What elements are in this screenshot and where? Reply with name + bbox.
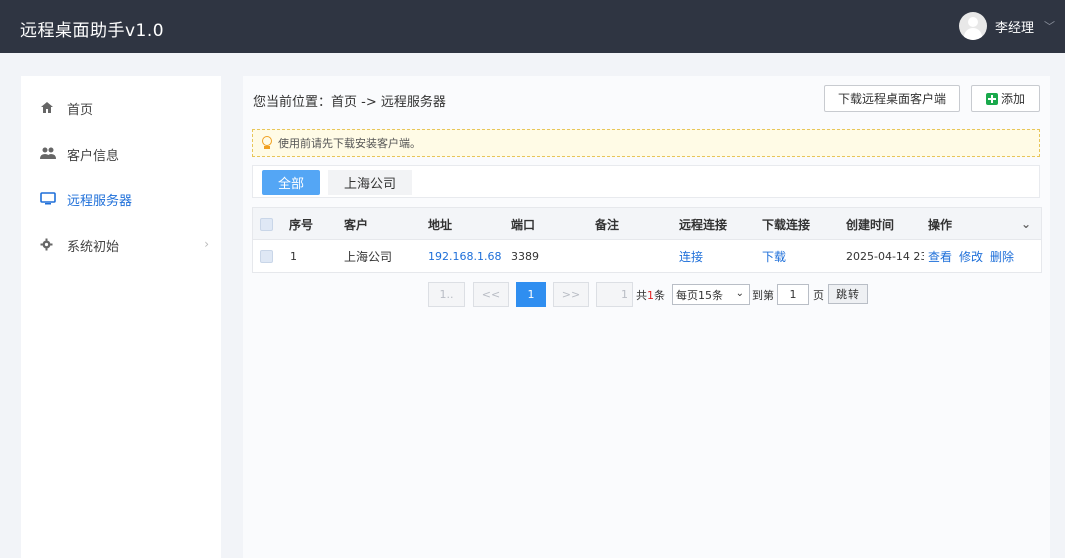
breadcrumb: 您当前位置：首页 -> 远程服务器 <box>253 95 446 110</box>
chevron-right-icon: › <box>204 237 209 251</box>
table-header: 序号 客户 地址 端口 备注 远程连接 下载连接 创建时间 操作 ⌄ <box>253 208 1041 240</box>
sidebar-item-label: 系统初始 <box>67 239 120 255</box>
row-checkbox[interactable] <box>260 249 273 263</box>
column-header: 远程连接 <box>679 217 728 232</box>
monitor-icon <box>40 192 58 206</box>
next-page-button[interactable]: >> <box>553 282 589 307</box>
column-header: 端口 <box>511 217 536 232</box>
top-bar: 远程桌面助手v1.0 李经理 ﹀ <box>0 0 1065 53</box>
server-table: 序号 客户 地址 端口 备注 远程连接 下载连接 创建时间 操作 ⌄ 1 上海公… <box>252 207 1042 273</box>
column-header: 创建时间 <box>846 217 895 232</box>
sidebar-item-remote-servers[interactable]: 远程服务器 <box>21 179 221 219</box>
sidebar-item-customers[interactable]: 客户信息 <box>21 134 221 174</box>
delete-link[interactable]: 删除 <box>990 240 1014 272</box>
users-icon <box>40 147 58 161</box>
view-link[interactable]: 查看 <box>928 240 952 272</box>
select-all-checkbox[interactable] <box>260 217 273 231</box>
sidebar-item-label: 远程服务器 <box>67 193 133 209</box>
current-page-button[interactable]: 1 <box>516 282 546 307</box>
filter-tabs: 全部 上海公司 <box>252 165 1040 198</box>
goto-prefix: 到第 <box>752 289 774 302</box>
avatar[interactable] <box>958 12 987 40</box>
column-header: 序号 <box>289 217 314 232</box>
sidebar-item-label: 客户信息 <box>67 148 120 164</box>
user-name[interactable]: 李经理 <box>995 17 1034 36</box>
goto-button[interactable]: 跳转 <box>828 284 868 304</box>
total-label: 共1条 <box>636 289 665 302</box>
column-header: 地址 <box>428 217 453 232</box>
notice-banner: 使用前请先下载安装客户端。 <box>252 129 1040 157</box>
page-size-select[interactable]: 每页15条 ⌄ <box>672 284 750 305</box>
chevron-down-icon[interactable]: ⌄ <box>1021 208 1031 240</box>
row-created: 2025-04-14 23 <box>846 249 924 263</box>
edit-link[interactable]: 修改 <box>959 240 983 272</box>
column-header: 操作 <box>928 217 953 232</box>
row-customer: 上海公司 <box>344 249 393 264</box>
sidebar-item-system-init[interactable]: 系统初始 › <box>21 225 221 265</box>
tab-shanghai[interactable]: 上海公司 <box>328 170 413 195</box>
column-header: 下载连接 <box>762 217 811 232</box>
connect-link[interactable]: 连接 <box>679 240 703 272</box>
row-port: 3389 <box>511 249 539 263</box>
add-button-label: 添加 <box>1000 92 1025 106</box>
last-page-button[interactable]: 1 <box>596 282 633 307</box>
lightbulb-icon <box>261 136 273 150</box>
table-row: 1 上海公司 192.168.1.68 3389 连接 下载 2025-04-1… <box>253 240 1041 272</box>
download-link[interactable]: 下载 <box>762 240 786 272</box>
home-icon <box>40 101 58 115</box>
download-client-button[interactable]: 下载远程桌面客户端 <box>824 85 960 112</box>
sidebar: 首页 客户信息 远程服务器 系统初始 › <box>21 76 221 558</box>
plus-icon <box>985 92 998 105</box>
user-menu[interactable]: 李经理 ﹀ <box>958 11 1055 41</box>
column-header: 客户 <box>344 217 369 232</box>
goto-page-input[interactable]: 1 <box>777 284 809 305</box>
main-content: 您当前位置：首页 -> 远程服务器 下载远程桌面客户端 添加 使用前请先下载安装… <box>243 76 1050 558</box>
gear-icon <box>40 238 58 252</box>
first-page-button[interactable]: 1.. <box>428 282 465 307</box>
sidebar-item-home[interactable]: 首页 <box>21 88 221 128</box>
prev-page-button[interactable]: << <box>473 282 509 307</box>
tab-all[interactable]: 全部 <box>262 170 321 195</box>
add-button[interactable]: 添加 <box>971 85 1040 112</box>
notice-text: 使用前请先下载安装客户端。 <box>278 137 421 150</box>
sidebar-item-label: 首页 <box>67 102 94 118</box>
column-header: 备注 <box>595 217 620 232</box>
chevron-down-icon[interactable]: ﹀ <box>1044 18 1055 34</box>
goto-suffix: 页 <box>813 289 824 302</box>
row-index: 1 <box>290 249 297 263</box>
app-title: 远程桌面助手v1.0 <box>20 21 165 41</box>
row-address[interactable]: 192.168.1.68 <box>428 240 501 272</box>
